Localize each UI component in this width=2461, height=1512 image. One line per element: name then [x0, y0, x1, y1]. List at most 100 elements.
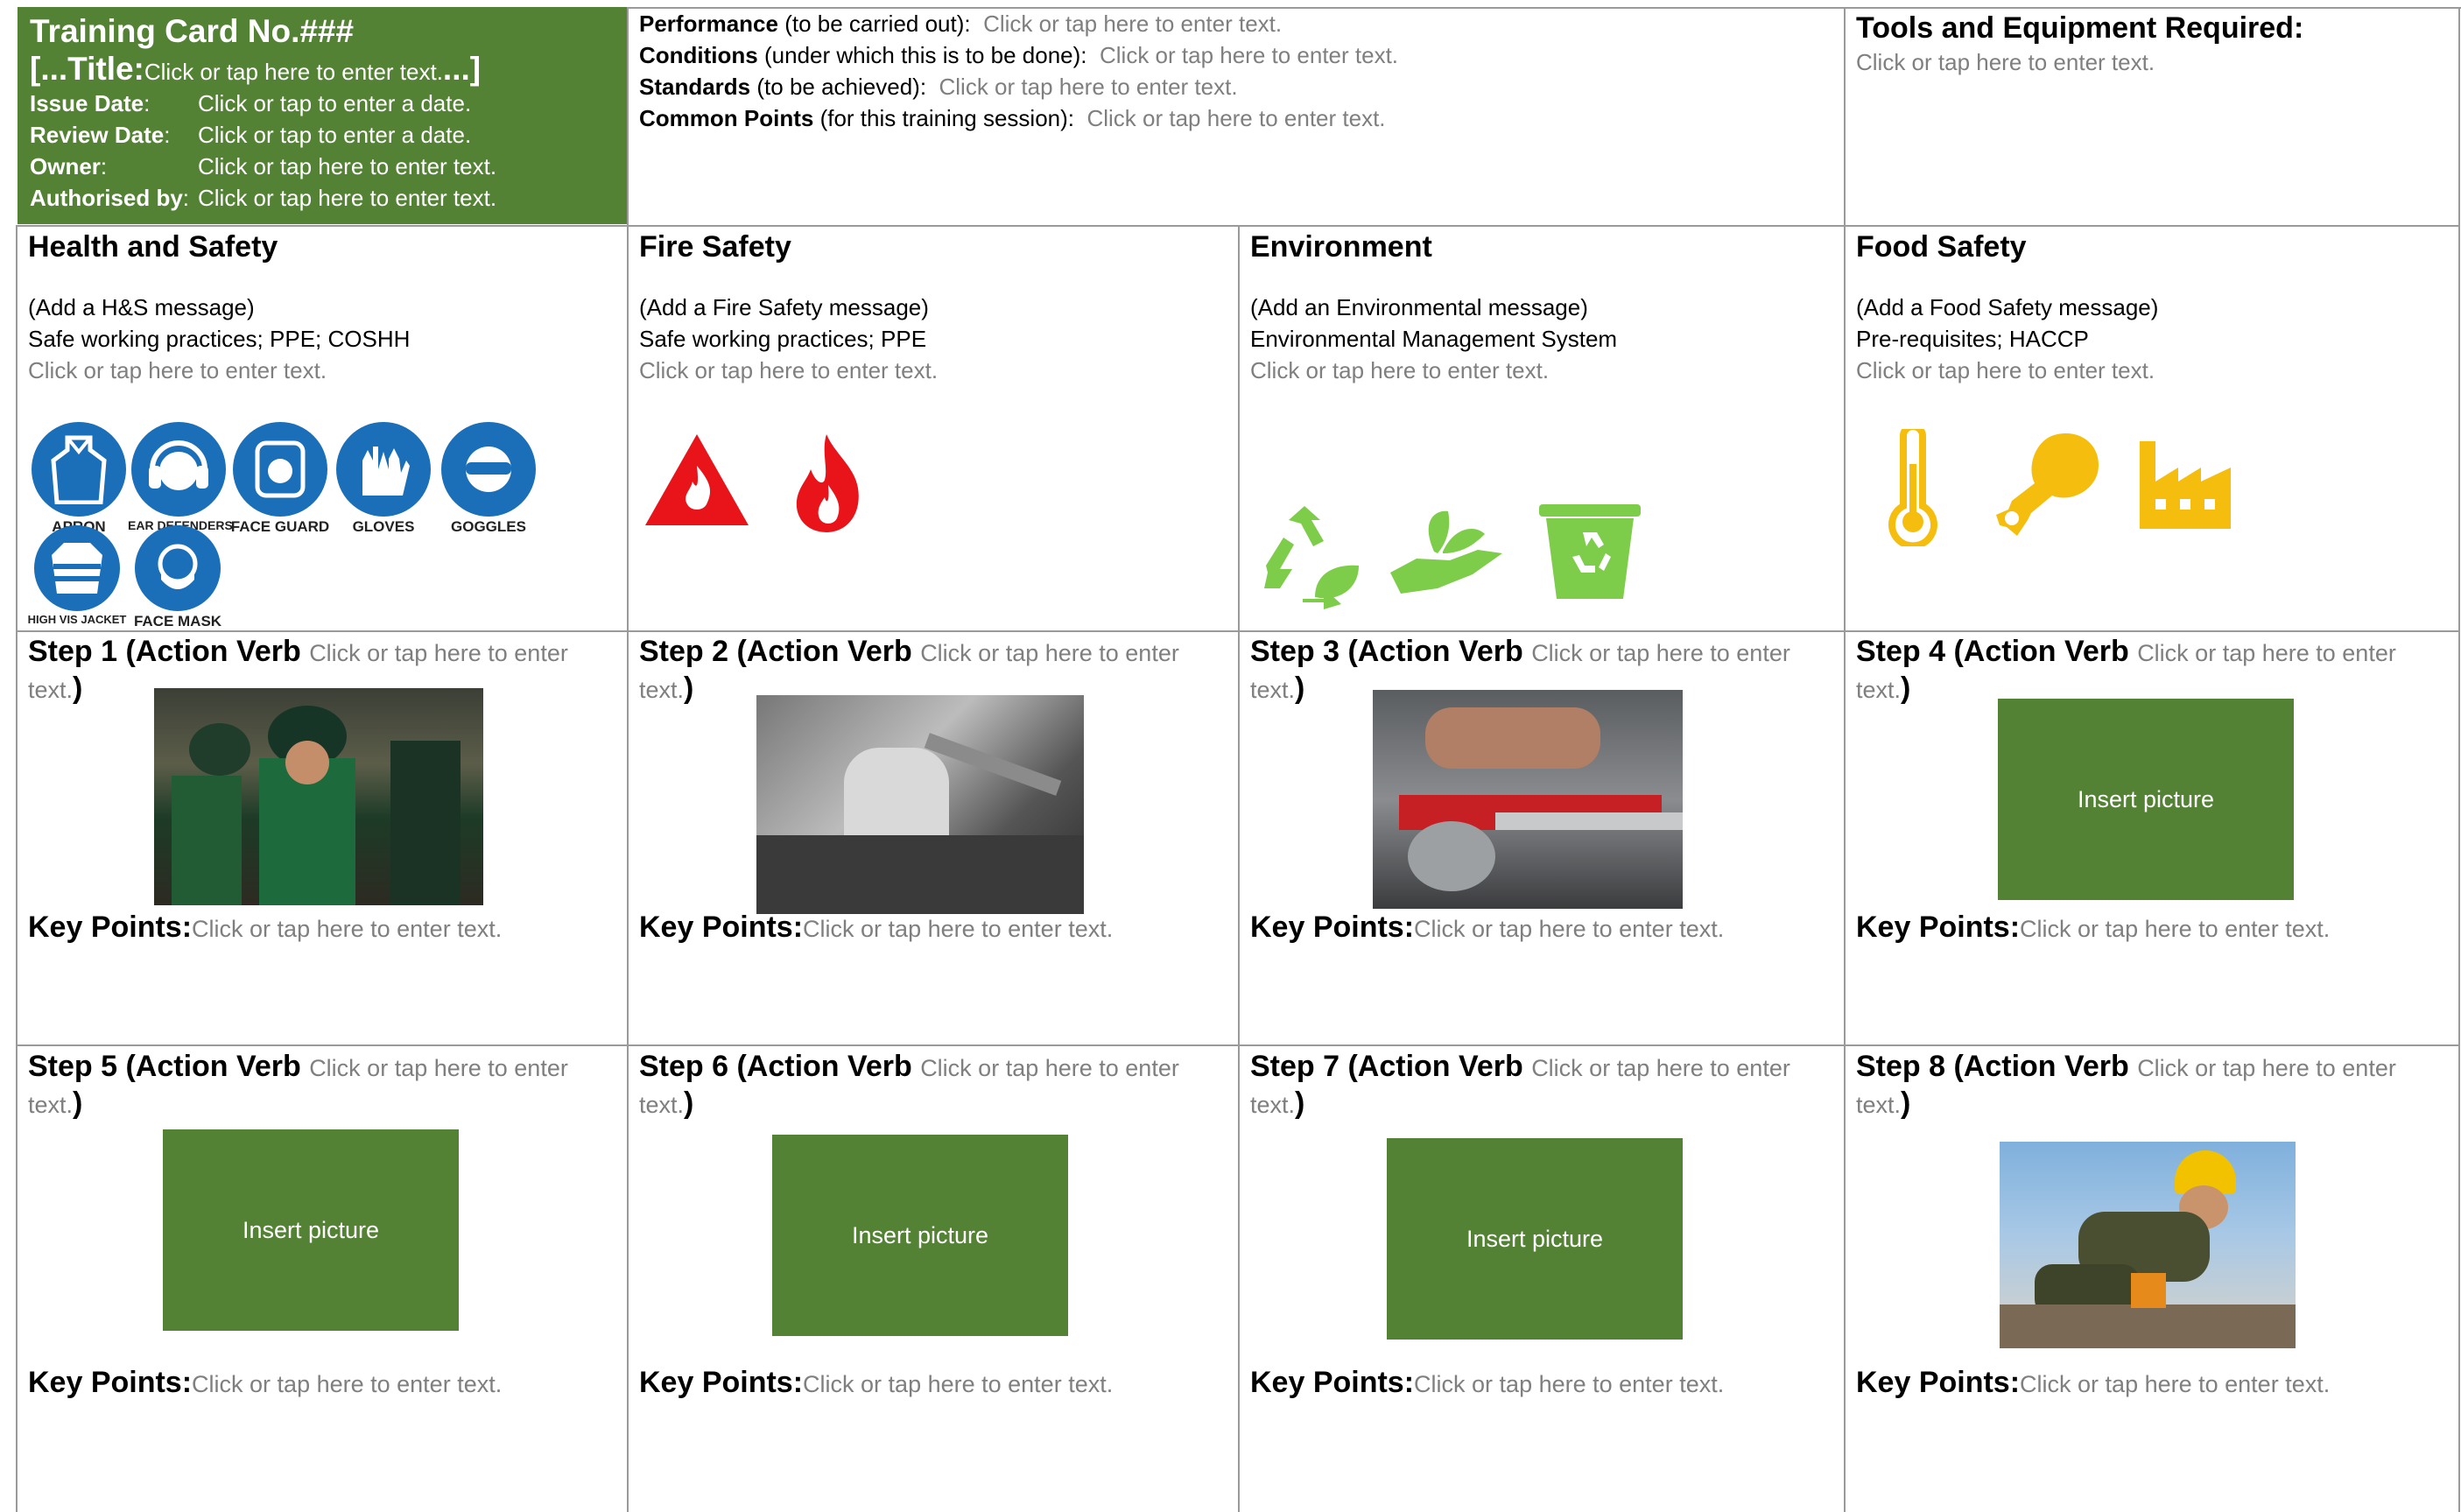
section-detail: Safe working practices; PPE	[639, 326, 927, 353]
conditions-field[interactable]: Click or tap here to enter text.	[1100, 42, 1398, 68]
review-date-field[interactable]: Click or tap to enter a date.	[198, 122, 471, 148]
high-vis-jacket-icon	[34, 525, 120, 611]
section-fire-safety: Fire Safety (Add a Fire Safety message) …	[639, 228, 1234, 403]
key-points-field[interactable]: Click or tap here to enter text.	[2020, 916, 2330, 942]
key-points-7: Key Points:Click or tap here to enter te…	[1250, 1366, 1725, 1399]
step-1-photo	[154, 688, 483, 905]
thermometer-icon	[1882, 429, 1944, 546]
recycle-bin-icon	[1537, 503, 1642, 601]
section-title: Environment	[1250, 230, 1432, 264]
key-points-field[interactable]: Click or tap here to enter text.	[1414, 916, 1724, 942]
section-food-safety: Food Safety (Add a Food Safety message) …	[1856, 228, 2451, 403]
step-verb-field[interactable]: Click or tap here to enter	[2137, 1055, 2396, 1081]
key-points-8: Key Points:Click or tap here to enter te…	[1856, 1366, 2331, 1399]
factory-icon	[2136, 433, 2234, 532]
card-title: Training Card No.###	[30, 13, 355, 49]
step-title: Step 6 (Action Verb Click or tap here to…	[639, 1050, 1179, 1083]
step-8-photo	[2000, 1142, 2296, 1348]
step-verb-field[interactable]: Click or tap here to enter	[309, 640, 568, 666]
common-points-field[interactable]: Click or tap here to enter text.	[1086, 105, 1385, 131]
gloves-icon	[336, 422, 431, 517]
ppe-ear-defenders: EAR DEFENDERS	[128, 422, 233, 532]
step-3-photo	[1373, 690, 1683, 909]
criteria-standards: Standards (to be achieved): Click or tap…	[639, 73, 1238, 100]
goggles-icon	[441, 422, 536, 517]
performance-field[interactable]: Click or tap here to enter text.	[983, 11, 1282, 37]
section-text-field[interactable]: Click or tap here to enter text.	[1856, 355, 2451, 387]
ppe-face-guard: FACE GUARD	[229, 422, 331, 536]
step-2-photo	[756, 695, 1084, 914]
grid-col-line-2	[1238, 226, 1240, 1512]
grid-border-left	[16, 226, 18, 1512]
section-health-safety: Health and Safety (Add a H&S message) Sa…	[28, 228, 623, 403]
key-points-field[interactable]: Click or tap here to enter text.	[2020, 1371, 2330, 1397]
section-detail: Safe working practices; PPE; COSHH	[28, 326, 411, 353]
step-verb-field[interactable]: Click or tap here to enter	[920, 1055, 1179, 1081]
key-points-2: Key Points:Click or tap here to enter te…	[639, 911, 1114, 944]
face-guard-icon	[233, 422, 327, 517]
section-message: (Add a Food Safety message)	[1856, 294, 2159, 321]
step-title: Step 3 (Action Verb Click or tap here to…	[1250, 635, 1790, 668]
ppe-face-mask: FACE MASK	[130, 525, 226, 630]
tools-field[interactable]: Click or tap here to enter text.	[1856, 47, 2451, 79]
grid-border-right	[2458, 7, 2460, 1512]
section-message: (Add a Fire Safety message)	[639, 294, 929, 321]
ppe-apron: APRON	[26, 422, 131, 536]
criteria-performance: Performance (to be carried out): Click o…	[639, 11, 1283, 37]
key-points-4: Key Points:Click or tap here to enter te…	[1856, 911, 2331, 944]
apron-icon	[32, 422, 126, 517]
section-detail: Environmental Management System	[1250, 326, 1618, 353]
step-6-insert-picture[interactable]: Insert picture	[772, 1135, 1068, 1336]
title-input[interactable]: Click or tap here to enter text.	[144, 59, 443, 85]
step-verb-field[interactable]: Click or tap here to enter	[1531, 1055, 1790, 1081]
key-points-field[interactable]: Click or tap here to enter text.	[192, 1371, 502, 1397]
criteria-block: Performance (to be carried out): Click o…	[639, 9, 1839, 219]
key-points-6: Key Points:Click or tap here to enter te…	[639, 1366, 1114, 1399]
section-message: (Add an Environmental message)	[1250, 294, 1588, 321]
ear-defenders-icon	[131, 422, 226, 517]
section-message: (Add a H&S message)	[28, 294, 255, 321]
fire-warning-icon	[642, 431, 752, 529]
step-5-insert-picture[interactable]: Insert picture	[163, 1129, 459, 1331]
recycle-leaf-icon	[1254, 503, 1364, 609]
standards-field[interactable]: Click or tap here to enter text.	[939, 74, 1238, 100]
key-points-field[interactable]: Click or tap here to enter text.	[803, 916, 1113, 942]
step-verb-field[interactable]: Click or tap here to enter	[309, 1055, 568, 1081]
key-points-3: Key Points:Click or tap here to enter te…	[1250, 911, 1725, 944]
step-verb-field[interactable]: Click or tap here to enter	[1531, 640, 1790, 666]
key-points-1: Key Points:Click or tap here to enter te…	[28, 911, 503, 944]
authorised-by-field[interactable]: Click or tap here to enter text.	[198, 185, 496, 211]
section-title: Food Safety	[1856, 230, 2027, 264]
criteria-common-points: Common Points (for this training session…	[639, 104, 1386, 131]
owner-field[interactable]: Click or tap here to enter text.	[198, 153, 496, 179]
key-points-field[interactable]: Click or tap here to enter text.	[803, 1371, 1113, 1397]
step-verb-field[interactable]: Click or tap here to enter	[920, 640, 1179, 666]
section-text-field[interactable]: Click or tap here to enter text.	[1250, 355, 1837, 387]
step-7-insert-picture[interactable]: Insert picture	[1387, 1138, 1683, 1340]
section-text-field[interactable]: Click or tap here to enter text.	[639, 355, 1234, 387]
chicken-leg-icon	[1987, 429, 2108, 539]
step-title: Step 1 (Action Verb Click or tap here to…	[28, 635, 568, 668]
key-points-field[interactable]: Click or tap here to enter text.	[192, 916, 502, 942]
step-title: Step 4 (Action Verb Click or tap here to…	[1856, 635, 2396, 668]
step-4-insert-picture[interactable]: Insert picture	[1998, 699, 2294, 900]
section-title: Fire Safety	[639, 230, 791, 264]
tools-block: Tools and Equipment Required: Click or t…	[1856, 9, 2451, 219]
criteria-conditions: Conditions (under which this is to be do…	[639, 41, 1399, 68]
card-header-block: Training Card No.### [...Title:Click or …	[18, 7, 627, 224]
ppe-goggles: GOGGLES	[436, 422, 541, 536]
step-title: Step 8 (Action Verb Click or tap here to…	[1856, 1050, 2396, 1083]
key-points-field[interactable]: Click or tap here to enter text.	[1414, 1371, 1724, 1397]
section-environment: Environment (Add an Environmental messag…	[1250, 228, 1837, 403]
section-title: Health and Safety	[28, 230, 278, 264]
section-detail: Pre-requisites; HACCP	[1856, 326, 2089, 353]
issue-date-field[interactable]: Click or tap to enter a date.	[198, 90, 471, 116]
key-points-5: Key Points:Click or tap here to enter te…	[28, 1366, 503, 1399]
face-mask-icon	[135, 525, 221, 611]
meta-review-date: Review Date: Click or tap to enter a date…	[30, 121, 472, 148]
grid-col-line-3	[1844, 7, 1846, 1512]
step-verb-field[interactable]: Click or tap here to enter	[2137, 640, 2396, 666]
ppe-high-vis-jacket: HIGH VIS JACKET	[25, 525, 130, 626]
section-text-field[interactable]: Click or tap here to enter text.	[28, 355, 623, 387]
step-title: Step 7 (Action Verb Click or tap here to…	[1250, 1050, 1790, 1083]
